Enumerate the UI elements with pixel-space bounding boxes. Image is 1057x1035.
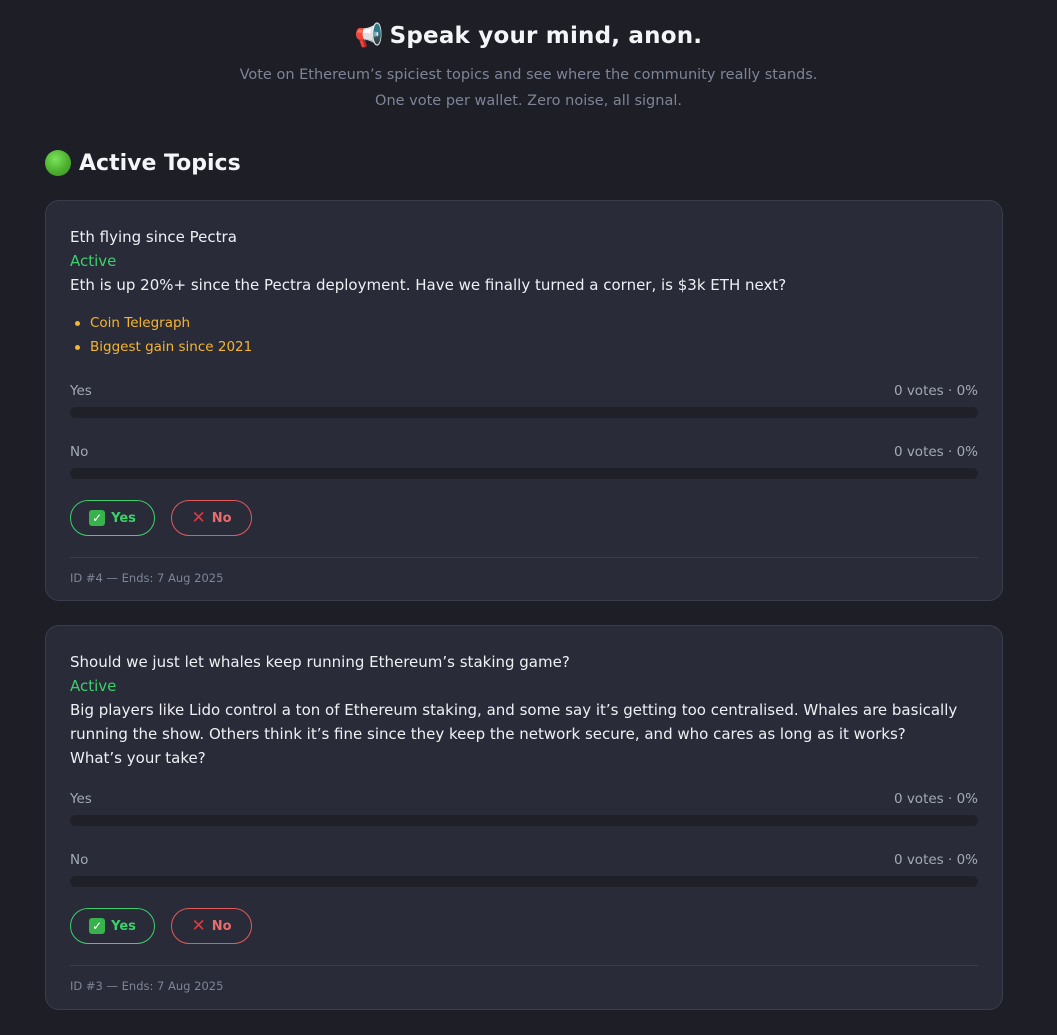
card-divider: [70, 965, 978, 966]
option-no: No 0 votes · 0%: [70, 442, 978, 479]
check-icon: ✓: [89, 510, 106, 526]
vote-no-button[interactable]: ✕ No: [171, 908, 252, 944]
vote-buttons: ✓ Yes ✕ No: [70, 908, 978, 944]
option-no: No 0 votes · 0%: [70, 850, 978, 887]
option-bar: [70, 815, 978, 826]
vote-no-button[interactable]: ✕ No: [171, 500, 252, 536]
topic-description-line: Big players like Lido control a ton of E…: [70, 701, 958, 719]
option-label: Yes: [70, 383, 92, 399]
topic-description: Eth is up 20%+ since the Pectra deployme…: [70, 276, 787, 294]
vote-buttons: ✓ Yes ✕ No: [70, 500, 978, 536]
topic-link[interactable]: Biggest gain since 2021: [75, 335, 978, 359]
page-subtitle: Vote on Ethereum’s spiciest topics and s…: [0, 62, 1057, 114]
option-bar: [70, 468, 978, 479]
topic-status: Active: [70, 252, 117, 270]
section-title: Active Topics: [45, 150, 241, 176]
topic-card: Eth flying since Pectra Active Eth is up…: [45, 200, 1003, 601]
option-label: No: [70, 444, 89, 460]
check-icon: ✓: [89, 918, 106, 934]
topic-status: Active: [70, 677, 117, 695]
cross-icon: ✕: [191, 507, 206, 528]
vote-yes-label: Yes: [111, 510, 136, 526]
topic-meta: ID #4 — Ends: 7 Aug 2025: [70, 571, 224, 585]
option-label: Yes: [70, 791, 92, 807]
option-stats: 0 votes · 0%: [893, 383, 978, 399]
page-header: 📢 Speak your mind, anon. Vote on Ethereum…: [0, 0, 1057, 114]
topic-description-line: What’s your take?: [70, 749, 206, 767]
section-title-text: Active Topics: [79, 150, 241, 176]
topic-description-line: running the show. Others think it’s fine…: [70, 725, 906, 743]
topic-link[interactable]: Coin Telegraph: [75, 311, 978, 335]
megaphone-icon: 📢: [354, 23, 384, 49]
option-bar: [70, 876, 978, 887]
card-divider: [70, 557, 978, 558]
page-title: 📢 Speak your mind, anon.: [0, 20, 1057, 52]
option-yes: Yes 0 votes · 0%: [70, 381, 978, 418]
page-title-text: Speak your mind, anon.: [389, 23, 703, 49]
green-circle-icon: [45, 150, 71, 176]
vote-yes-button[interactable]: ✓ Yes: [70, 500, 155, 536]
option-stats: 0 votes · 0%: [893, 852, 978, 868]
option-label: No: [70, 852, 89, 868]
vote-no-label: No: [211, 510, 232, 526]
option-stats: 0 votes · 0%: [893, 791, 978, 807]
topic-meta: ID #3 — Ends: 7 Aug 2025: [70, 979, 224, 993]
topic-links: Coin Telegraph Biggest gain since 2021: [70, 311, 978, 359]
topic-title: Should we just let whales keep running E…: [70, 653, 570, 671]
vote-yes-button[interactable]: ✓ Yes: [70, 908, 155, 944]
topic-card: Should we just let whales keep running E…: [45, 625, 1003, 1010]
vote-yes-label: Yes: [111, 918, 136, 934]
topic-title: Eth flying since Pectra: [70, 228, 237, 246]
subtitle-line-1: Vote on Ethereum’s spiciest topics and s…: [239, 67, 818, 83]
option-bar: [70, 407, 978, 418]
subtitle-line-2: One vote per wallet. Zero noise, all sig…: [375, 93, 682, 109]
topic-description: Big players like Lido control a ton of E…: [70, 698, 978, 770]
option-yes: Yes 0 votes · 0%: [70, 789, 978, 826]
cross-icon: ✕: [191, 915, 206, 936]
vote-no-label: No: [211, 918, 232, 934]
option-stats: 0 votes · 0%: [893, 444, 978, 460]
